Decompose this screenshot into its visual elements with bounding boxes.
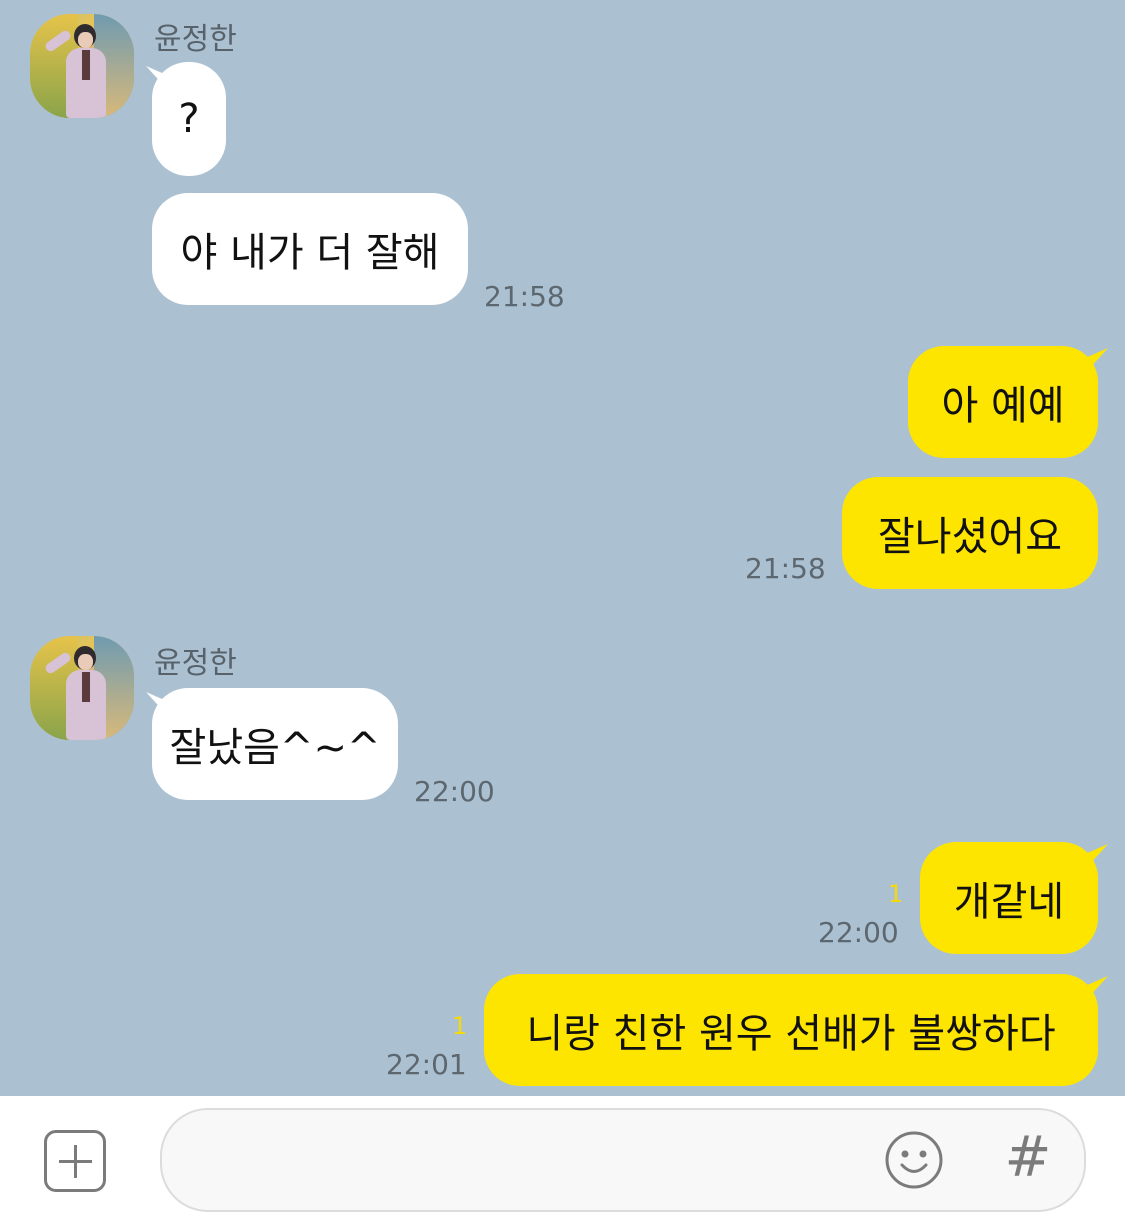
message-bubble-outgoing[interactable]: 아 예예 xyxy=(908,346,1098,458)
message-bubble-outgoing[interactable]: 잘나셨어요 xyxy=(842,477,1098,589)
hashtag-icon[interactable]: # xyxy=(1002,1126,1054,1190)
plus-icon[interactable] xyxy=(44,1130,106,1192)
message-bubble-incoming[interactable]: 야 내가 더 잘해 xyxy=(152,193,468,305)
message-time: 22:00 xyxy=(818,916,899,949)
message-bubble-outgoing[interactable]: 니랑 친한 원우 선배가 불쌍하다 xyxy=(484,974,1098,1086)
profile-avatar[interactable] xyxy=(30,636,134,740)
message-input[interactable] xyxy=(160,1108,1086,1212)
smile-emoji-icon[interactable] xyxy=(884,1130,944,1190)
message-time: 22:00 xyxy=(414,775,495,808)
sender-name: 윤정한 xyxy=(154,646,237,681)
message-bubble-outgoing[interactable]: 개같네 xyxy=(920,842,1098,954)
chat-area[interactable]: 윤정한 ? 야 내가 더 잘해 21:58 아 예예 잘나셨어요 21:58 윤… xyxy=(0,0,1125,1096)
unread-count: 1 xyxy=(888,880,904,908)
message-time: 22:01 xyxy=(386,1048,467,1081)
message-time: 21:58 xyxy=(484,280,565,313)
message-time: 21:58 xyxy=(745,552,826,585)
message-input-bar: # xyxy=(0,1096,1125,1226)
message-bubble-incoming[interactable]: 잘났음^~^ xyxy=(152,688,398,800)
message-bubble-incoming[interactable]: ? xyxy=(152,62,226,176)
unread-count: 1 xyxy=(452,1012,468,1040)
profile-avatar[interactable] xyxy=(30,14,134,118)
sender-name: 윤정한 xyxy=(154,22,237,57)
